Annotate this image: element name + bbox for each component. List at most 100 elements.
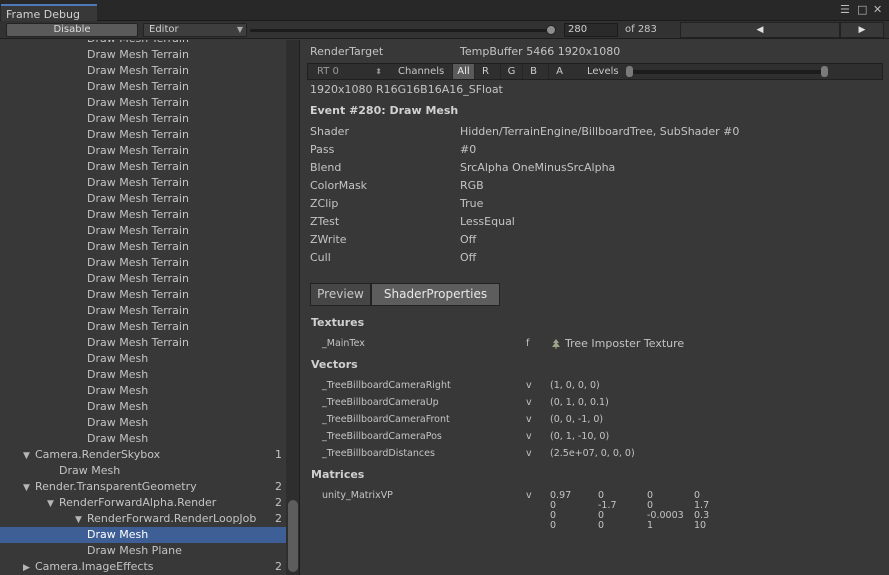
- tree-row[interactable]: Draw Mesh: [0, 415, 286, 431]
- tree-row-partial[interactable]: Draw Mesh Terrain: [0, 40, 286, 47]
- tree-row[interactable]: Draw Mesh Terrain: [0, 271, 286, 287]
- window-title-bar: Frame Debug ☰ □ ✕: [0, 0, 889, 22]
- event-slider-track[interactable]: [250, 29, 555, 32]
- matrix-cell: 1: [647, 520, 654, 531]
- tree-row[interactable]: Draw Mesh Terrain: [0, 303, 286, 319]
- vector-type: v: [526, 380, 532, 391]
- event-slider-handle[interactable]: [545, 25, 556, 35]
- tree-row[interactable]: Draw Mesh Terrain: [0, 335, 286, 351]
- tree-row[interactable]: ▼ Render.TransparentGeometry 2: [0, 479, 286, 495]
- collapse-triangle-icon[interactable]: ▶: [23, 560, 35, 575]
- state-value: Hidden/TerrainEngine/BillboardTree, SubS…: [460, 125, 740, 138]
- tree-row[interactable]: Draw Mesh Terrain: [0, 47, 286, 63]
- rt-select[interactable]: RT 0 ⬍: [314, 65, 384, 78]
- state-key: Cull: [310, 251, 331, 264]
- tree-row-label: Draw Mesh Terrain: [87, 224, 189, 237]
- vector-type: v: [526, 397, 532, 408]
- tab-shader-properties[interactable]: ShaderProperties: [371, 283, 500, 306]
- tree-row-label: Draw Mesh: [59, 464, 121, 477]
- levels-slider-track[interactable]: [630, 70, 828, 74]
- tree-row[interactable]: Draw Mesh: [0, 383, 286, 399]
- texture-value[interactable]: Tree Imposter Texture: [565, 337, 684, 350]
- texture-icon: [552, 339, 560, 349]
- tree-row-label: Draw Mesh Terrain: [87, 176, 189, 189]
- vector-value: (1, 0, 0, 0): [550, 380, 600, 391]
- tree-row[interactable]: Draw Mesh: [0, 463, 286, 479]
- state-key: Shader: [310, 125, 349, 138]
- tree-row[interactable]: ▼ Camera.RenderSkybox 1: [0, 447, 286, 463]
- channel-g-button[interactable]: G: [500, 64, 522, 79]
- channel-r-button[interactable]: R: [474, 64, 496, 79]
- vector-value: (0, 0, -1, 0): [550, 414, 604, 425]
- tree-row[interactable]: Draw Mesh Terrain: [0, 239, 286, 255]
- state-key: ZTest: [310, 215, 340, 228]
- expand-triangle-icon[interactable]: ▼: [75, 512, 87, 528]
- state-value: LessEqual: [460, 215, 515, 228]
- tree-row[interactable]: Draw Mesh: [0, 431, 286, 447]
- levels-max-handle[interactable]: [821, 66, 828, 77]
- tree-row[interactable]: Draw Mesh Terrain: [0, 175, 286, 191]
- tree-row[interactable]: Draw Mesh Terrain: [0, 79, 286, 95]
- tree-row[interactable]: Draw Mesh Terrain: [0, 63, 286, 79]
- vector-name: _TreeBillboardCameraUp: [322, 397, 439, 408]
- tree-row-label: Draw Mesh Plane: [87, 544, 182, 557]
- vector-value: (0, 1, -10, 0): [550, 431, 610, 442]
- tab-preview[interactable]: Preview: [310, 283, 371, 306]
- maximize-icon[interactable]: □: [857, 4, 867, 16]
- state-value: RGB: [460, 179, 484, 192]
- tree-row[interactable]: Draw Mesh: [0, 527, 286, 543]
- event-tree-panel: Draw Mesh Terrain Draw Mesh Terrain Draw M…: [0, 40, 300, 575]
- tree-row[interactable]: Draw Mesh Terrain: [0, 223, 286, 239]
- matrix-cell: 0: [550, 520, 557, 531]
- tree-row[interactable]: Draw Mesh Terrain: [0, 95, 286, 111]
- tree-row-label: Draw Mesh: [87, 352, 149, 365]
- tree-row[interactable]: ▼ RenderForwardAlpha.Render 2: [0, 495, 286, 511]
- tree-row[interactable]: Draw Mesh Terrain: [0, 191, 286, 207]
- texture-type: f: [526, 338, 530, 349]
- disable-button[interactable]: Disable: [6, 23, 138, 37]
- render-target-value: TempBuffer 5466 1920x1080: [460, 45, 621, 58]
- tree-row[interactable]: Draw Mesh Terrain: [0, 255, 286, 271]
- tree-row[interactable]: Draw Mesh Terrain: [0, 159, 286, 175]
- levels-min-handle[interactable]: [626, 66, 633, 77]
- menu-icon[interactable]: ☰: [840, 4, 850, 16]
- tree-row[interactable]: Draw Mesh Plane: [0, 543, 286, 559]
- target-select[interactable]: Editor ▼: [143, 23, 247, 37]
- expand-triangle-icon[interactable]: ▼: [47, 496, 59, 512]
- tree-row[interactable]: Draw Mesh Terrain: [0, 111, 286, 127]
- channel-b-button[interactable]: B: [522, 64, 544, 79]
- channel-all-button[interactable]: All: [452, 64, 474, 79]
- expand-triangle-icon[interactable]: ▼: [23, 448, 35, 464]
- tree-row[interactable]: Draw Mesh: [0, 399, 286, 415]
- tree-scrollbar-thumb[interactable]: [288, 500, 298, 572]
- vector-name: _TreeBillboardCameraRight: [322, 380, 451, 391]
- channel-a-button[interactable]: A: [548, 64, 570, 79]
- event-index-field[interactable]: 280: [564, 23, 618, 37]
- tree-row[interactable]: Draw Mesh Terrain: [0, 127, 286, 143]
- channels-bar: RT 0 ⬍ Channels All R G B A Levels: [307, 63, 883, 80]
- tree-row[interactable]: Draw Mesh Terrain: [0, 319, 286, 335]
- tree-row[interactable]: ▼ RenderForward.RenderLoopJob 2: [0, 511, 286, 527]
- prev-event-button[interactable]: ◀: [680, 22, 840, 38]
- tree-row[interactable]: Draw Mesh Terrain: [0, 207, 286, 223]
- tree-row[interactable]: Draw Mesh: [0, 367, 286, 383]
- expand-triangle-icon[interactable]: ▼: [23, 480, 35, 496]
- tree-row-count: 2: [275, 512, 282, 525]
- close-icon[interactable]: ✕: [873, 4, 882, 16]
- vector-type: v: [526, 448, 532, 459]
- tree-row-label: Draw Mesh: [87, 384, 149, 397]
- vector-name: _TreeBillboardCameraFront: [322, 414, 450, 425]
- frame-debug-tab[interactable]: Frame Debug: [1, 4, 97, 22]
- tree-row[interactable]: Draw Mesh Terrain: [0, 143, 286, 159]
- tree-row[interactable]: Draw Mesh: [0, 351, 286, 367]
- tree-scrollbar[interactable]: [286, 40, 299, 575]
- tree-row-count: 1: [275, 448, 282, 461]
- matrix-cell: 0: [598, 520, 605, 531]
- levels-label: Levels: [587, 66, 619, 77]
- tree-row-label: Draw Mesh Terrain: [87, 192, 189, 205]
- tree-row[interactable]: ▶ Camera.ImageEffects 2: [0, 559, 286, 575]
- tree-row-label: Draw Mesh Terrain: [87, 112, 189, 125]
- next-event-button[interactable]: ▶: [840, 22, 884, 38]
- tree-row-label: Draw Mesh Terrain: [87, 144, 189, 157]
- tree-row[interactable]: Draw Mesh Terrain: [0, 287, 286, 303]
